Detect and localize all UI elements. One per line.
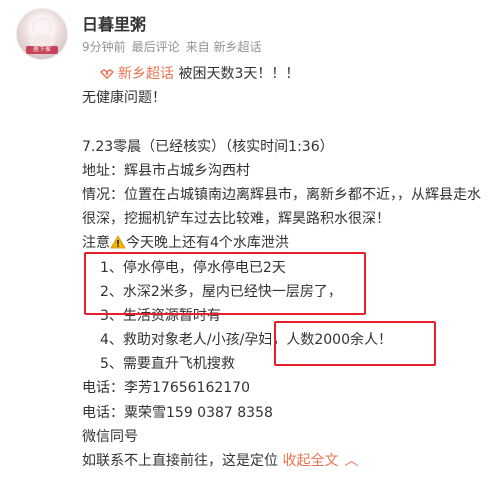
username[interactable]: 日暮里粥 (82, 11, 146, 35)
content-line: 无健康问题！ (82, 90, 166, 107)
post-meta: 9分钟前 最后评论 来自 新乡超话 (82, 38, 261, 55)
contact-line: 电话：粟荣雪159 0387 8358 (82, 404, 273, 421)
collapse-button[interactable]: 收起全文 (282, 453, 338, 469)
content-line: 新乡超话 被困天数3天！！！ (82, 62, 492, 86)
content-line: 注意 今天晚上还有4个水库泄洪 (82, 231, 492, 255)
list-item: 1、停水停电，停水停电已2天 (100, 259, 286, 276)
contact-line: 微信同号 (82, 428, 138, 445)
content-line: 地址：辉县市占城乡沟西村 (82, 162, 250, 179)
note-label: 注意 (82, 235, 110, 252)
topic-label: 新乡超话 (118, 66, 174, 82)
post-source[interactable]: 来自 新乡超话 (186, 40, 262, 54)
content-text: 被困天数3天！！！ (178, 66, 300, 82)
list-item: 2、水深2米多，屋内已经快一层房了， (100, 283, 342, 300)
contact-line: 电话：李芳17656162170 (82, 380, 250, 397)
chevron-up-icon[interactable]: ︿ (344, 453, 358, 469)
content-line: 7.23零晨（已经核实）（核实时间1:36） (82, 138, 334, 155)
location-text: 如联系不上直接前往，这是定位 (82, 453, 278, 469)
post-time[interactable]: 9分钟前 (82, 40, 126, 54)
list-item: 5、需要直升飞机搜救 (100, 356, 235, 373)
post-content: 新乡超话 被困天数3天！！！ 无健康问题！ 7.23零晨（已经核实）（核实时间1… (82, 62, 492, 473)
list-item: 3、生活资源暂时有 (100, 307, 221, 324)
contact-line: 如联系不上直接前往，这是定位 收起全文 ︿ (82, 449, 492, 473)
last-comment-label: 最后评论 (131, 40, 180, 54)
note-text: 今天晚上还有4个水库泄洪 (126, 235, 289, 252)
content-line: 情况：位置在占城镇南边离辉县市，离新乡都不近，，从辉县走水 (82, 186, 481, 203)
avatar[interactable]: 居下家 (16, 8, 68, 60)
list-item: 4、救助对象老人/小孩/孕妇，人数2000余人！ (82, 328, 492, 352)
avatar-figure (33, 19, 51, 35)
super-topic-icon (100, 69, 114, 79)
list-item-count: 人数2000余人！ (286, 332, 392, 349)
topic-link[interactable]: 新乡超话 (100, 66, 174, 82)
avatar-badge: 居下家 (26, 46, 58, 54)
list-item-text: 4、救助对象老人/小孩/孕妇， (100, 332, 287, 349)
warning-icon (110, 235, 126, 249)
content-line: 很深，挖掘机铲车过去比较难，辉昊路积水很深！ (82, 211, 390, 228)
